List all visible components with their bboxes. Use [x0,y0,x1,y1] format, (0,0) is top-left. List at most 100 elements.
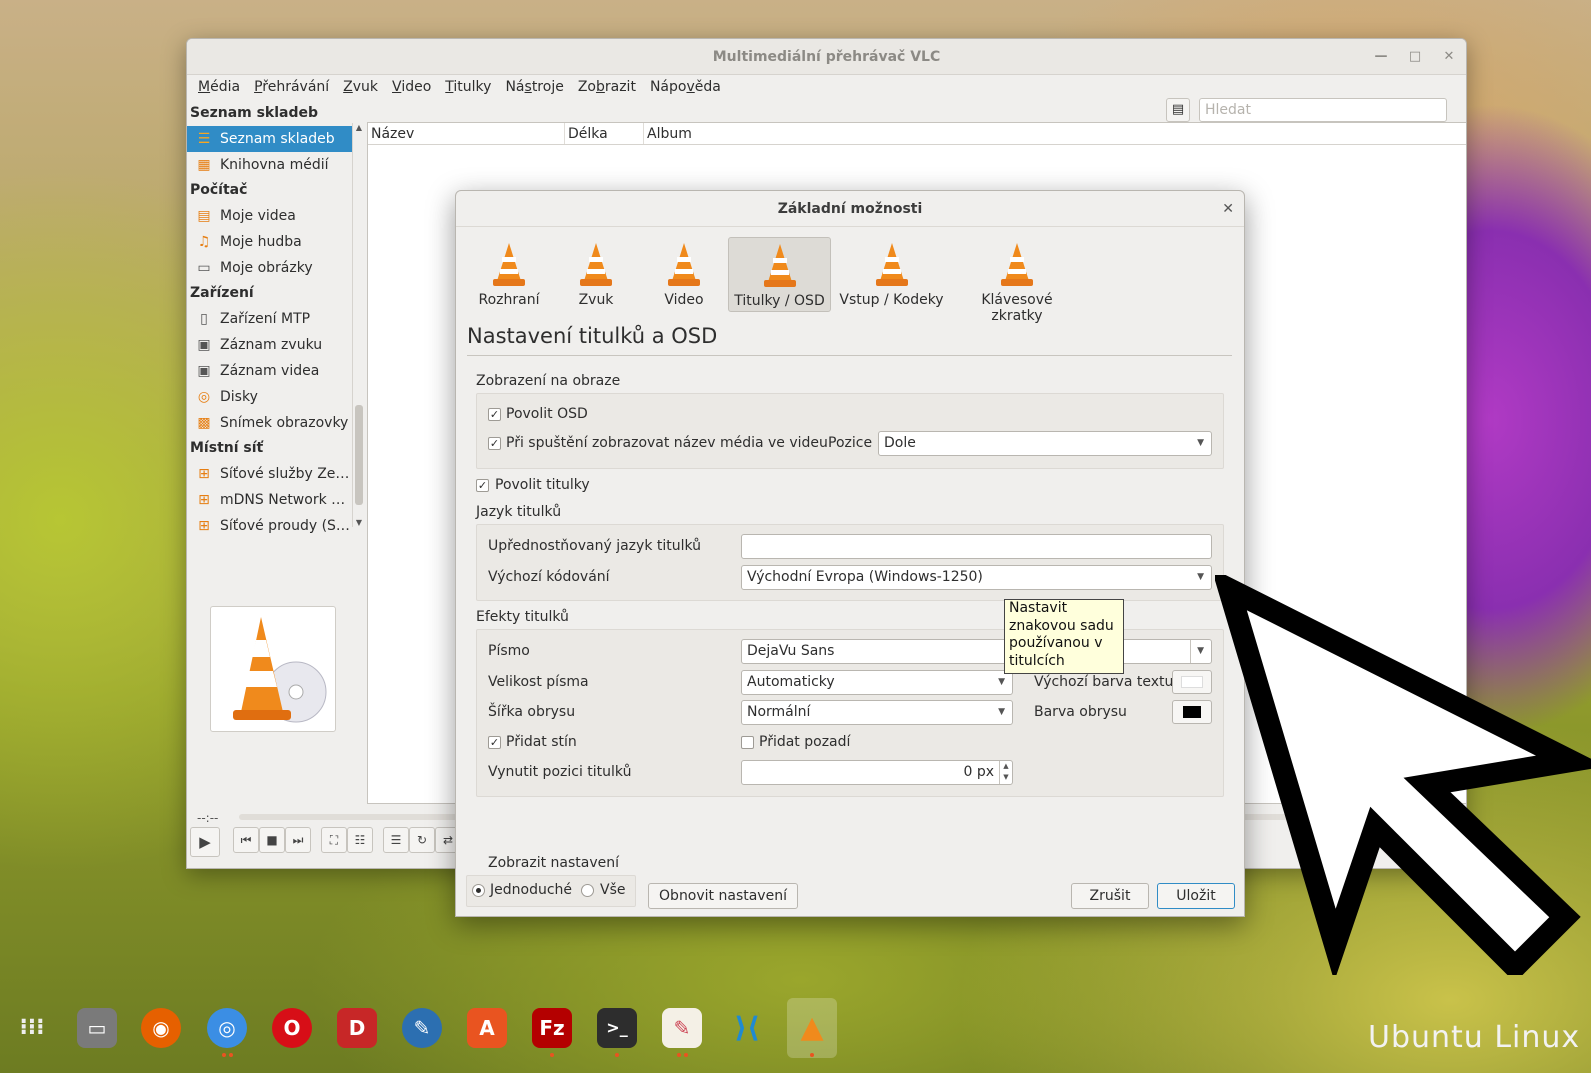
loop-button[interactable]: ↻ [409,827,435,853]
menu-view[interactable]: Zobrazit [571,79,643,95]
text-editor-icon[interactable]: ✎ [662,1008,702,1048]
scroll-down-icon[interactable]: ▼ [353,518,365,527]
sidebar-item-mtp[interactable]: ▯ Zařízení MTP [187,306,352,332]
preferred-lang-label: Upřednostňovaný jazyk titulků [488,538,702,554]
fullscreen-icon: ⛶ [329,833,339,847]
playlist-toggle-button[interactable]: ☰ [383,827,409,853]
running-indicator [222,1053,226,1057]
sidebar-item-net-services[interactable]: ⊞ Síťové služby Ze… [187,461,352,487]
running-indicator [615,1053,619,1057]
playlist-view-button[interactable]: ▤ [1166,98,1190,122]
sidebar-item-net-streams[interactable]: ⊞ Síťové proudy (S… [187,513,352,539]
column-length[interactable]: Délka [565,123,644,144]
dialog-close-icon[interactable]: ✕ [1222,191,1234,227]
vlc-icon[interactable]: ▲ [792,1008,832,1048]
preferred-lang-input[interactable] [741,534,1212,559]
sidebar-item-my-music[interactable]: ♫ Moje hudba [187,229,352,255]
menu-subtitles[interactable]: Titulky [438,79,498,95]
stop-button[interactable]: ■ [259,827,285,853]
cone-headphones-icon [576,243,616,287]
show-media-title-checkbox[interactable]: ✓ [488,437,501,450]
sidebar-item-my-pictures[interactable]: ▭ Moje obrázky [187,255,352,281]
simple-radio[interactable] [472,884,485,897]
dialog-titlebar: Základní možnosti ✕ [456,191,1244,227]
all-radio[interactable] [581,884,594,897]
search-input[interactable]: Hledat [1199,98,1447,122]
sidebar-item-discs[interactable]: ◎ Disky [187,384,352,410]
filezilla-icon[interactable]: Fz [532,1008,572,1048]
menu-audio[interactable]: Zvuk [336,79,385,95]
sidebar-item-playlist[interactable]: ☰ Seznam skladeb [187,126,352,152]
enable-subtitles-checkbox[interactable]: ✓ [476,479,489,492]
cone-subtitles-icon [760,244,800,288]
category-interface[interactable]: Rozhraní [474,237,544,312]
chrome-icon[interactable]: ◎ [207,1008,247,1048]
previous-button[interactable]: ⏮ [233,827,259,853]
cancel-button[interactable]: Zrušit [1071,883,1149,909]
code-editor-icon[interactable]: D [337,1008,377,1048]
text-color-button[interactable] [1172,670,1212,694]
files-icon[interactable]: ▭ [77,1008,117,1048]
column-album[interactable]: Album [644,123,1466,144]
preferences-dialog: Základní možnosti ✕ Rozhraní Zvuk Video … [455,190,1245,917]
column-name[interactable]: Název [368,123,565,144]
category-hotkeys[interactable]: Klávesové zkratky [956,237,1078,324]
app-grid-icon[interactable]: ⁝⁝⁝ [12,1008,52,1048]
add-shadow-checkbox[interactable]: ✓ [488,736,501,749]
menu-video[interactable]: Video [385,79,438,95]
quill-icon[interactable]: ✎ [402,1008,442,1048]
maximize-icon[interactable]: □ [1398,39,1432,75]
terminal-icon[interactable]: >_ [597,1008,637,1048]
position-select[interactable]: Dole ▼ [878,431,1212,456]
outline-color-button[interactable] [1172,700,1212,724]
sidebar-section-local-network: Místní síť [190,440,264,456]
camera-icon: ▩ [197,415,211,431]
effects-group-label: Efekty titulků [476,609,569,625]
fullscreen-button[interactable]: ⛶ [321,827,347,853]
force-position-spinbox[interactable]: 0 px [741,760,1013,785]
outline-width-label: Šířka obrysu [488,704,576,720]
menu-help[interactable]: Nápověda [643,79,728,95]
font-size-label: Velikost písma [488,674,589,690]
enable-osd-checkbox[interactable]: ✓ [488,408,501,421]
software-center-icon[interactable]: A [467,1008,507,1048]
sidebar-item-mdns[interactable]: ⊞ mDNS Network … [187,487,352,513]
menu-tools[interactable]: Nástroje [498,79,570,95]
menu-playback[interactable]: Přehrávání [247,79,336,95]
scrollbar-thumb[interactable] [355,405,363,505]
firefox-icon[interactable]: ◉ [141,1008,181,1048]
next-button[interactable]: ⏭ [285,827,311,853]
font-size-select[interactable]: Automaticky ▼ [741,670,1013,695]
outline-color-label: Barva obrysu [1034,704,1127,720]
album-art [210,606,336,732]
text-color-label: Výchozí barva textu [1034,674,1174,690]
sidebar-item-library[interactable]: ▦ Knihovna médií [187,152,352,178]
category-input-codecs[interactable]: Vstup / Kodeky [839,237,944,312]
outline-width-select[interactable]: Normální ▼ [741,700,1013,725]
scroll-up-icon[interactable]: ▲ [353,123,365,132]
sidebar-item-screen[interactable]: ▩ Snímek obrazovky [187,410,352,436]
category-video[interactable]: Video [649,237,719,312]
category-subtitles-osd[interactable]: Titulky / OSD [728,237,831,312]
sidebar-item-video-capture[interactable]: ▣ Záznam videa [187,358,352,384]
playlist-header: Název Délka Album [368,123,1466,145]
sidebar-scrollbar[interactable]: ▲ ▼ [352,123,365,527]
opera-icon[interactable]: O [272,1008,312,1048]
equalizer-button[interactable]: ☷ [347,827,373,853]
vlc-titlebar: Multimediální přehrávač VLC — □ ✕ [187,39,1466,75]
minimize-icon[interactable]: — [1364,39,1398,75]
reset-preferences-button[interactable]: Obnovit nastavení [648,883,798,909]
menu-media[interactable]: Média [191,79,247,95]
vscode-icon[interactable]: ⟩⟨ [727,1008,767,1048]
enable-osd-label: Povolit OSD [506,406,588,422]
playback-controls: ▶ ⏮ ■ ⏭ ⛶ ☷ ☰ ↻ ⇄ [187,827,487,861]
category-audio[interactable]: Zvuk [561,237,631,312]
font-select[interactable]: DejaVu Sans ▼ [741,639,1212,664]
sidebar-item-my-videos[interactable]: ▤ Moje videa [187,203,352,229]
add-background-checkbox[interactable] [741,736,754,749]
close-icon[interactable]: ✕ [1432,39,1466,75]
spinbox-arrows-icon[interactable]: ▲ ▼ [999,761,1012,784]
encoding-select[interactable]: Východní Evropa (Windows-1250) ▼ [741,565,1212,590]
play-button[interactable]: ▶ [190,827,220,857]
sidebar-item-audio-capture[interactable]: ▣ Záznam zvuku [187,332,352,358]
